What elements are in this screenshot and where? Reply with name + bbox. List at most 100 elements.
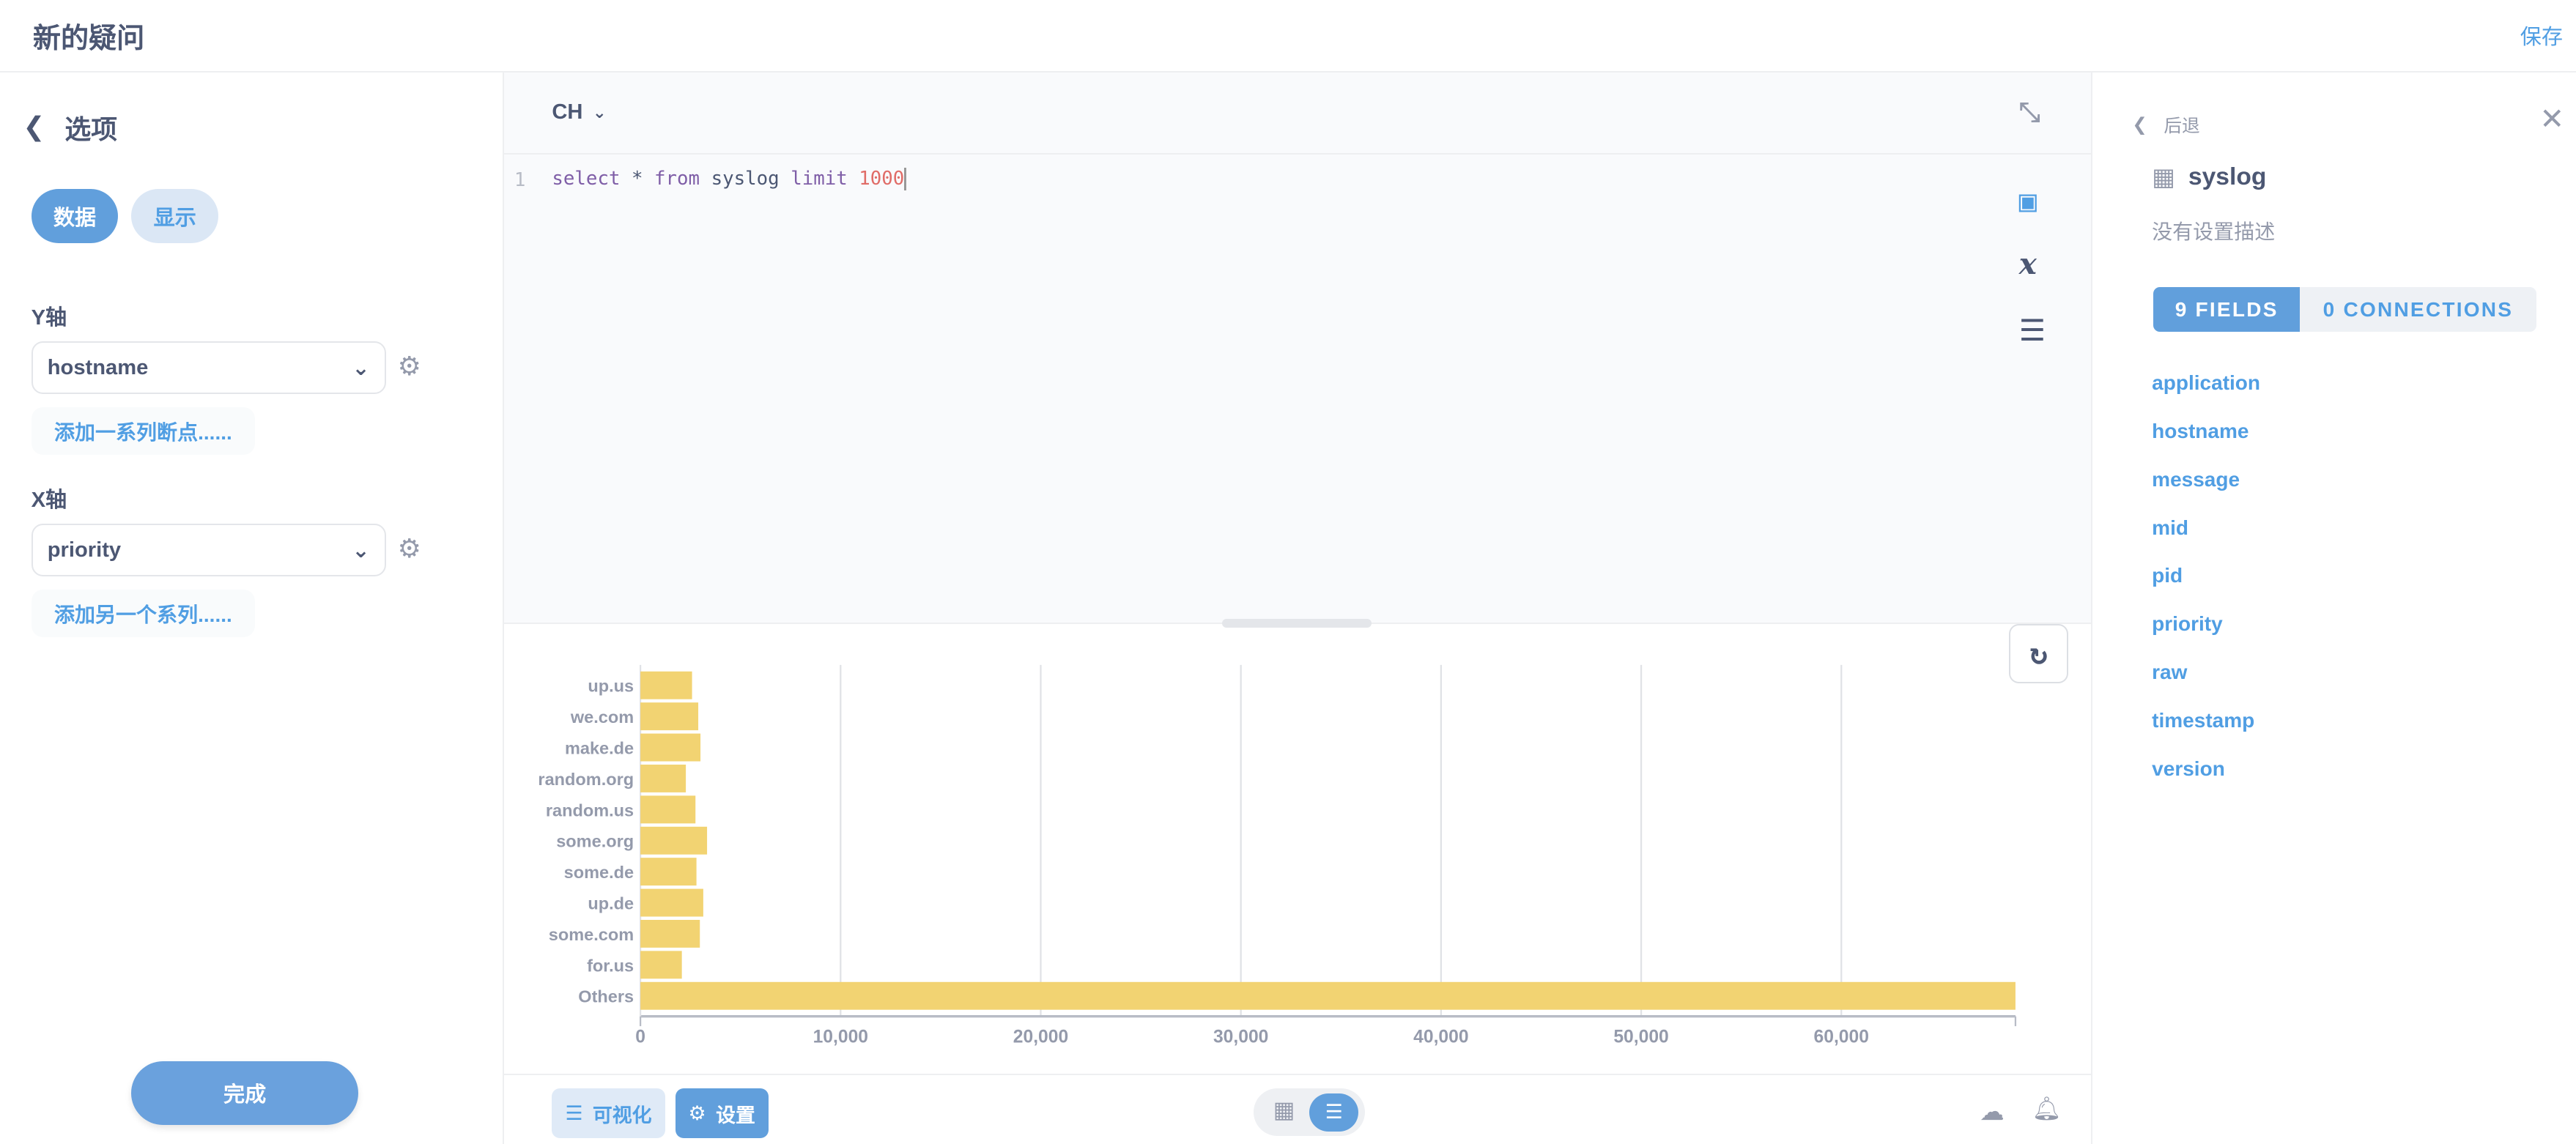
- visualize-label: 可视化: [592, 1104, 652, 1126]
- done-button[interactable]: 完成: [131, 1061, 358, 1125]
- back-label: 后退: [2164, 116, 2200, 137]
- bell-icon[interactable]: 🔔︎: [2032, 1095, 2062, 1122]
- x-tick-label: 40,000: [1414, 1028, 1469, 1047]
- y-category-label: up.de: [588, 894, 634, 913]
- add-series-button[interactable]: 添加另一个系列......: [31, 589, 256, 637]
- field-item[interactable]: pid: [2152, 564, 2260, 612]
- table-view-icon[interactable]: ▦: [1273, 1097, 1295, 1123]
- back-button[interactable]: ❮ 后退: [2132, 111, 2199, 138]
- y-axis-gear-icon[interactable]: ⚙: [398, 352, 421, 382]
- field-item[interactable]: message: [2152, 468, 2260, 516]
- collapse-icon[interactable]: ⤡: [2019, 97, 2040, 128]
- x-tick-label: 30,000: [1213, 1028, 1268, 1047]
- close-icon[interactable]: ✕: [2539, 102, 2564, 136]
- chevron-down-icon: ⌄: [592, 103, 607, 122]
- table-grid-icon: ▦: [2152, 163, 2175, 191]
- footer-bar: ☰ 可视化 ⚙ 设置 ▦ ☰ ☁ 🔔︎: [504, 1074, 2092, 1144]
- page-title: 新的疑问: [32, 23, 145, 54]
- settings-button[interactable]: ⚙ 设置: [675, 1088, 769, 1138]
- code-token: syslog: [700, 167, 791, 190]
- y-category-label: we.com: [570, 707, 634, 727]
- add-breakout-button[interactable]: 添加一系列断点......: [31, 407, 256, 456]
- gear-icon: ⚙: [688, 1102, 706, 1124]
- bar: [640, 858, 697, 886]
- field-item[interactable]: hostname: [2152, 420, 2260, 468]
- code-token: from: [654, 167, 700, 190]
- sql-editor[interactable]: 1 select * from syslog limit 1000 ▣ x ☰ …: [504, 154, 2092, 683]
- field-item[interactable]: mid: [2152, 516, 2260, 565]
- y-category-label: some.org: [557, 832, 634, 851]
- database-picker[interactable]: CH ⌄ ⤡: [504, 72, 2092, 155]
- chevron-left-icon: ❮: [2132, 115, 2147, 135]
- code-token: 1000: [847, 167, 905, 190]
- x-axis-gear-icon[interactable]: ⚙: [398, 534, 421, 564]
- bar: [640, 951, 683, 979]
- tab-data[interactable]: 数据: [31, 188, 119, 243]
- table-name: syslog: [2188, 163, 2267, 190]
- options-sidebar: ❮ 选项 数据 显示 Y轴 hostname ⌄ ⚙ 添加一系列断点......…: [0, 72, 505, 1144]
- table-description: 没有设置描述: [2152, 220, 2276, 243]
- field-item[interactable]: priority: [2152, 612, 2260, 661]
- y-category-label: for.us: [587, 957, 634, 976]
- tab-fields[interactable]: 9 FIELDS: [2153, 287, 2300, 332]
- query-area: CH ⌄ ⤡ 1 select * from syslog limit 1000…: [504, 72, 2092, 1144]
- code-token: limit: [791, 167, 848, 190]
- options-back[interactable]: ❮ 选项: [23, 108, 117, 146]
- bar: [640, 795, 696, 824]
- field-item[interactable]: application: [2152, 371, 2260, 420]
- bar: [640, 920, 700, 948]
- bar: [640, 702, 699, 731]
- y-category-label: make.de: [565, 739, 634, 758]
- y-category-label: random.us: [546, 801, 634, 820]
- x-axis-select[interactable]: priority ⌄: [31, 524, 386, 577]
- visualize-button[interactable]: ☰ 可视化: [552, 1088, 665, 1138]
- field-item[interactable]: raw: [2152, 661, 2260, 709]
- chart-view-icon[interactable]: ☰: [1309, 1093, 1359, 1132]
- data-reference-book-icon[interactable]: ▣: [2019, 184, 2037, 218]
- sql-code[interactable]: select * from syslog limit 1000: [552, 167, 906, 191]
- table-title: ▦ syslog: [2152, 163, 2266, 192]
- chevron-down-icon: ⌄: [352, 538, 370, 562]
- bar-chart-icon: ☰: [565, 1102, 583, 1124]
- x-axis-label: X轴: [31, 489, 67, 513]
- y-category-label: some.com: [549, 925, 634, 944]
- options-title: 选项: [64, 114, 118, 144]
- variables-x-icon[interactable]: x: [2019, 246, 2037, 281]
- x-tick-label: 20,000: [1013, 1028, 1068, 1047]
- snippets-lines-icon[interactable]: ☰: [2019, 313, 2046, 348]
- header: 新的疑问 保存: [0, 0, 2576, 73]
- bar: [640, 982, 2016, 1010]
- x-axis-value: priority: [47, 538, 122, 562]
- field-item[interactable]: version: [2152, 757, 2260, 806]
- bar: [640, 765, 686, 793]
- chevron-left-icon: ❮: [23, 112, 45, 142]
- save-button[interactable]: 保存: [2520, 20, 2563, 51]
- bar-chart: 0 10,000 20,000 30,000 40,000 50,000 60,000 up.…: [538, 665, 2017, 1047]
- field-list: application hostname message mid pid pri…: [2152, 371, 2260, 806]
- code-token: select: [552, 167, 621, 190]
- settings-label: 设置: [716, 1104, 755, 1126]
- y-category-label: some.de: [564, 863, 634, 882]
- y-category-label: random.org: [538, 770, 634, 789]
- y-category-label: up.us: [588, 677, 634, 696]
- line-number: 1: [514, 168, 526, 191]
- data-reference-panel: ❮ 后退 ✕ ▦ syslog 没有设置描述 9 FIELDS 0 CONNEC…: [2091, 72, 2575, 1144]
- tab-connections[interactable]: 0 CONNECTIONS: [2299, 287, 2536, 332]
- y-axis-select[interactable]: hostname ⌄: [31, 341, 386, 395]
- bar: [640, 888, 704, 917]
- bar: [640, 733, 701, 762]
- x-tick-label: 10,000: [813, 1028, 868, 1047]
- x-tick-label: 50,000: [1614, 1028, 1669, 1047]
- view-toggle: ▦ ☰: [1253, 1088, 1366, 1137]
- field-item[interactable]: timestamp: [2152, 709, 2260, 757]
- download-cloud-icon[interactable]: ☁: [1980, 1097, 2005, 1126]
- database-name: CH: [552, 100, 583, 125]
- y-category-label: Others: [579, 987, 634, 1006]
- y-axis-label: Y轴: [31, 306, 67, 330]
- tab-display[interactable]: 显示: [131, 188, 219, 243]
- panel-tabs: 9 FIELDS 0 CONNECTIONS: [2153, 287, 2536, 332]
- chevron-down-icon: ⌄: [352, 356, 370, 380]
- x-tick-label: 60,000: [1814, 1028, 1869, 1047]
- text-caret: [904, 167, 906, 191]
- y-axis-value: hostname: [47, 355, 149, 379]
